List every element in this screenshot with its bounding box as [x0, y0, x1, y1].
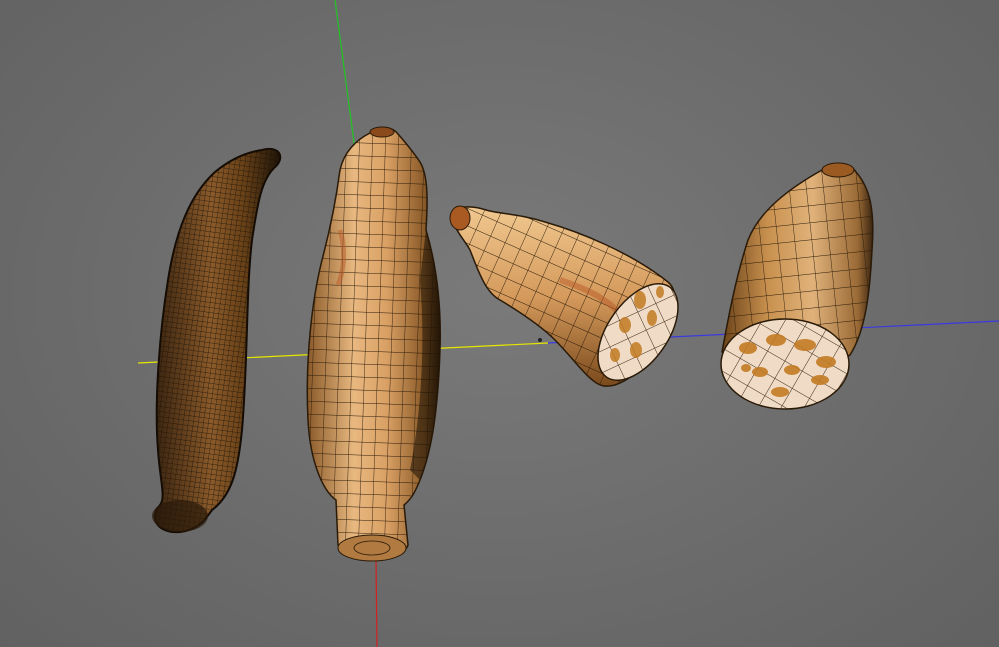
lotus-root-whole-standing[interactable] — [306, 126, 442, 562]
origin-point — [538, 338, 542, 342]
3d-viewport[interactable] — [0, 0, 999, 647]
lotus-root-cut-tilted[interactable] — [449, 205, 694, 394]
lotus-root-cut-cross-section[interactable] — [720, 162, 874, 410]
viewport-canvas[interactable] — [0, 0, 999, 647]
down-axis-line — [375, 559, 378, 647]
lotus-root-whole-dark[interactable] — [152, 147, 282, 534]
